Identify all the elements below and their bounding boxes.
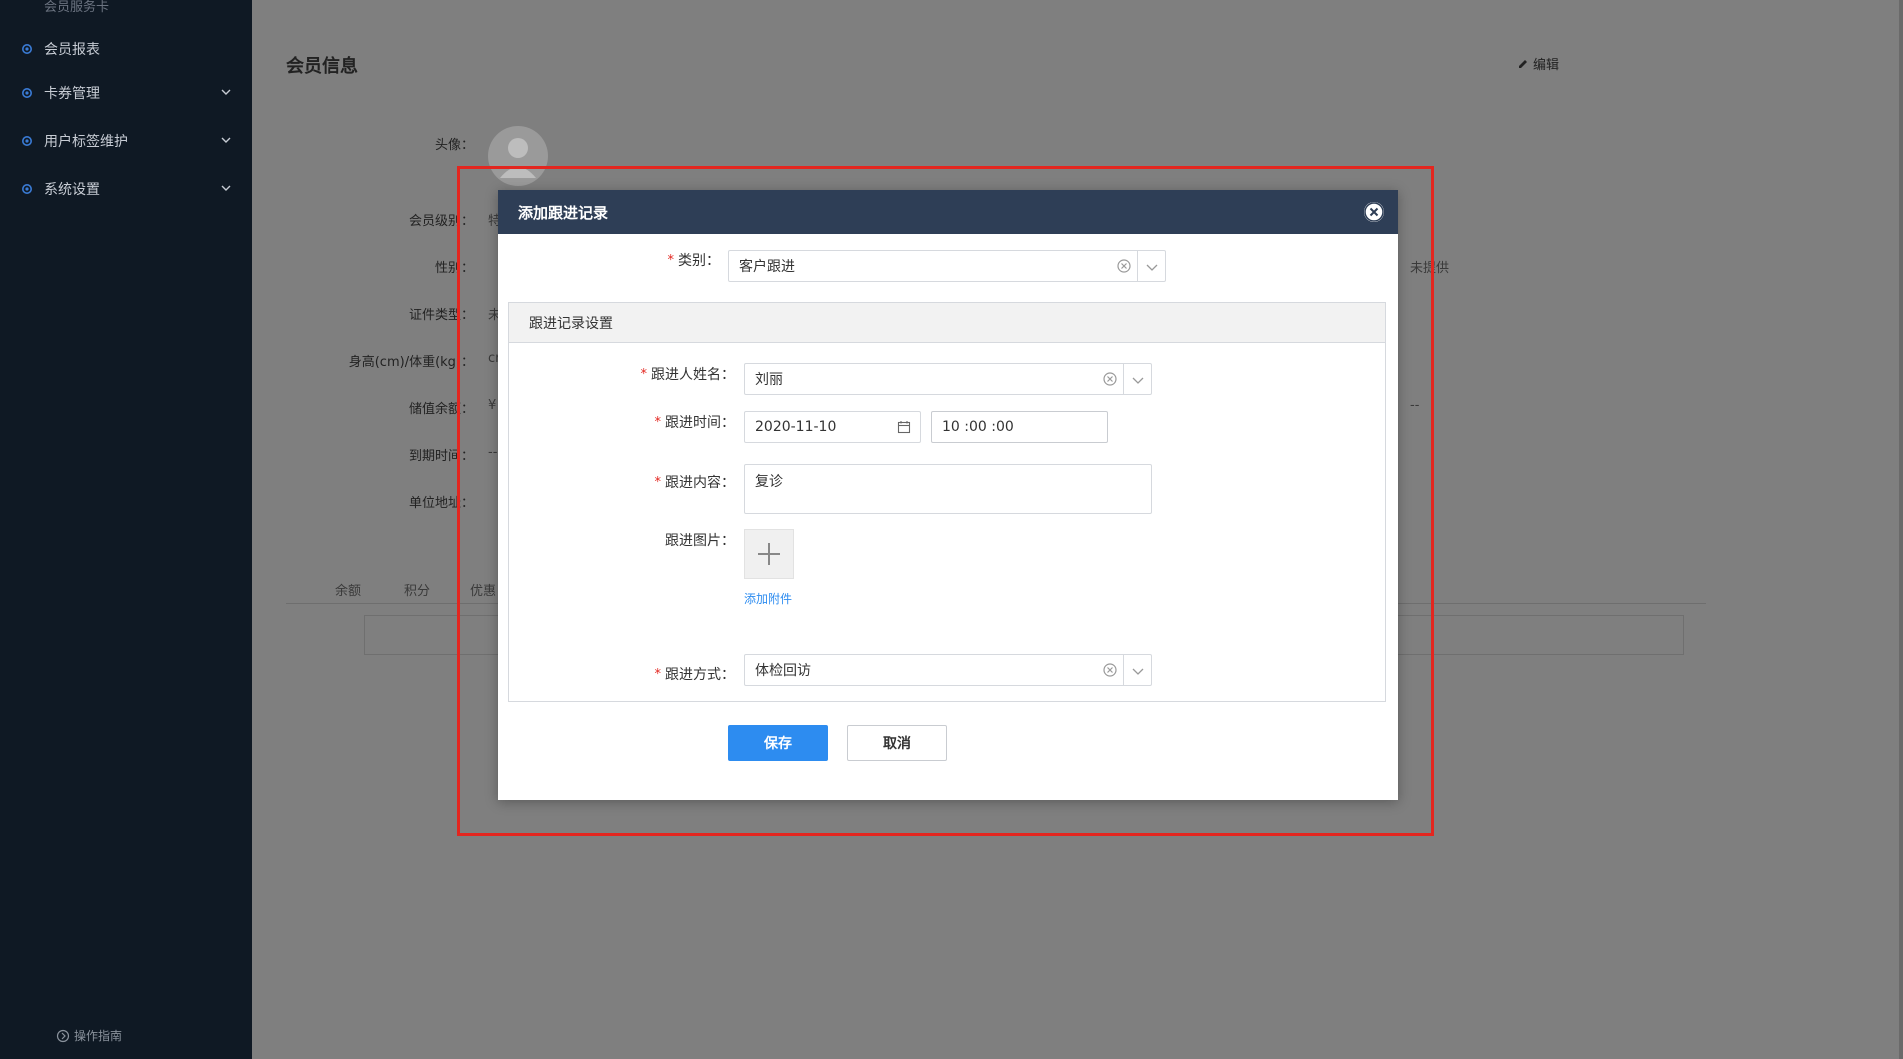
avatar	[488, 126, 548, 186]
follow-up-content-textarea[interactable]: 复诊	[744, 464, 1152, 514]
follower-name-label: 跟进人姓名：	[651, 367, 735, 383]
page-title: 会员信息	[286, 56, 358, 77]
id-type-label: 证件类型：	[408, 308, 474, 323]
edit-label: 编辑	[1533, 58, 1560, 73]
member-level-label: 会员级别：	[408, 214, 474, 229]
required-mark: *	[667, 252, 675, 268]
time-row: * 跟进时间：	[498, 412, 736, 432]
clear-icon[interactable]	[1117, 259, 1131, 273]
gear-icon	[20, 182, 34, 196]
page-scrollbar[interactable]	[1899, 0, 1903, 1059]
balance-label: 储值余额：	[408, 402, 474, 417]
sidebar-item-system-settings[interactable]: 系统设置	[0, 169, 252, 209]
name-row: * 跟进人姓名：	[498, 364, 736, 384]
sidebar-item-member-report[interactable]: 会员报表	[0, 29, 252, 69]
date-picker[interactable]: 2020-11-10	[744, 411, 921, 443]
required-mark: *	[654, 474, 662, 490]
close-icon	[1364, 202, 1384, 222]
dialog-header: 添加跟进记录	[498, 190, 1398, 234]
time-input[interactable]: 10 :00 :00	[931, 411, 1108, 443]
required-mark: *	[654, 414, 662, 430]
category-row: * 类别：	[498, 250, 721, 270]
tab-coupons[interactable]: 优惠	[470, 580, 496, 599]
height-weight-label: 身高(cm)/体重(kg)：	[348, 355, 474, 370]
guide-icon	[56, 1029, 70, 1042]
pencil-icon	[1519, 59, 1527, 68]
save-button[interactable]: 保存	[728, 725, 828, 761]
method-row: * 跟进方式：	[498, 664, 736, 684]
chevron-down-icon	[221, 185, 231, 191]
chevron-down-icon	[221, 137, 231, 143]
image-row: 跟进图片：	[498, 530, 735, 550]
address-label: 单位地址：	[408, 496, 474, 511]
chevron-down-icon[interactable]	[1131, 373, 1145, 387]
cancel-button[interactable]: 取消	[847, 725, 947, 761]
sidebar-item-user-tags[interactable]: 用户标签维护	[0, 121, 252, 161]
tab-balance[interactable]: 余额	[335, 580, 361, 599]
follower-name-select[interactable]: 刘丽	[744, 363, 1152, 395]
follow-up-method-label: 跟进方式：	[665, 667, 735, 683]
follower-name-value: 刘丽	[755, 372, 783, 388]
select-divider	[1123, 655, 1124, 685]
method-value: 体检回访	[755, 663, 811, 679]
clear-icon[interactable]	[1103, 372, 1117, 386]
sidebar-item-label: 用户标签维护	[44, 134, 128, 150]
chevron-down-icon[interactable]	[1131, 664, 1145, 678]
gear-icon	[20, 42, 34, 56]
gear-icon	[20, 86, 34, 100]
operation-guide-link[interactable]: 操作指南	[56, 1027, 122, 1044]
select-divider	[1137, 251, 1138, 281]
plus-icon	[758, 543, 780, 565]
date-value: 2020-11-10	[755, 419, 837, 435]
follow-up-image-label: 跟进图片：	[665, 533, 735, 549]
calendar-icon[interactable]	[897, 420, 911, 434]
category-select[interactable]: 客户跟进	[728, 250, 1166, 282]
gender-label: 性别：	[434, 261, 474, 276]
close-button[interactable]	[1364, 202, 1384, 222]
chevron-down-icon	[221, 89, 231, 95]
required-mark: *	[654, 666, 662, 682]
sidebar-item-member-card[interactable]: 会员服务卡	[44, 0, 109, 15]
gear-icon	[20, 134, 34, 148]
content-value: 复诊	[755, 474, 783, 490]
required-mark: *	[640, 366, 648, 382]
follow-up-time-label: 跟进时间：	[665, 415, 735, 431]
clear-icon[interactable]	[1103, 663, 1117, 677]
sidebar-item-label: 系统设置	[44, 182, 100, 198]
add-attachment-link[interactable]: 添加附件	[744, 590, 792, 607]
balance-value: ¥	[488, 398, 497, 413]
select-divider	[1123, 364, 1124, 394]
sidebar-item-label: 卡券管理	[44, 86, 100, 102]
avatar-label: 头像：	[434, 138, 474, 153]
section-title: 跟进记录设置	[509, 303, 1385, 343]
sidebar: 会员服务卡 会员报表 卡券管理 用户标签维护 系统设置 操作指南	[0, 0, 252, 1059]
category-value: 客户跟进	[739, 259, 795, 275]
expire-time-value: --	[488, 445, 498, 460]
follow-up-method-select[interactable]: 体检回访	[744, 654, 1152, 686]
sidebar-item-label: 会员报表	[44, 42, 100, 58]
time-value: 10 :00 :00	[942, 419, 1014, 435]
image-upload-button[interactable]	[744, 529, 794, 579]
category-label: 类别：	[678, 253, 720, 269]
expire-time-label: 到期时间：	[408, 449, 474, 464]
right-field-value: --	[1410, 398, 1420, 413]
add-follow-up-dialog: 添加跟进记录 * 类别： 客户跟进 跟进记录设置 * 跟进人姓名： 刘丽 * 跟…	[498, 190, 1398, 800]
chevron-down-icon[interactable]	[1145, 260, 1159, 274]
follow-up-content-label: 跟进内容：	[665, 475, 735, 491]
right-field-value: 未提供	[1410, 261, 1450, 276]
sidebar-item-card-management[interactable]: 卡券管理	[0, 73, 252, 113]
dialog-title: 添加跟进记录	[518, 203, 609, 222]
content-row: * 跟进内容：	[498, 472, 736, 492]
tab-points[interactable]: 积分	[404, 580, 430, 599]
edit-button[interactable]: 编辑	[1517, 54, 1559, 73]
guide-label: 操作指南	[74, 1029, 123, 1043]
